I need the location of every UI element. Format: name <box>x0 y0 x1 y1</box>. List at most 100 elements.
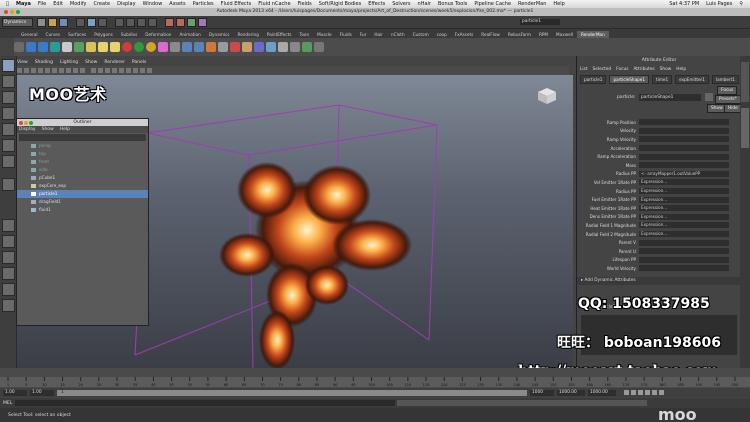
archive-icon[interactable] <box>182 42 192 52</box>
tab-renderman[interactable]: RenderMan <box>577 31 609 38</box>
outliner-item[interactable]: fluid1 <box>17 206 148 214</box>
range-start-field[interactable]: 1.00 <box>3 389 27 396</box>
layout-single-icon[interactable] <box>2 219 15 232</box>
lasso-tool-icon[interactable] <box>2 75 15 88</box>
menu-create[interactable]: Create <box>94 1 111 7</box>
menu-renderman[interactable]: RenderMan <box>518 1 546 7</box>
attribute-value-field[interactable] <box>639 136 729 143</box>
tab-fluids[interactable]: Fluids <box>336 31 356 38</box>
outliner-item[interactable]: top <box>17 150 148 158</box>
menu-edit[interactable]: Edit <box>53 1 63 7</box>
dof-icon[interactable] <box>266 42 276 52</box>
outliner-item[interactable]: front <box>17 158 148 166</box>
time-slider[interactable]: 1 5 10 15 20 25 30 35 40 45 50 55 60 65 70 75 80 85 90 95 10… <box>0 377 750 387</box>
xray-joints-icon[interactable] <box>140 68 145 73</box>
menu-fields[interactable]: Fields <box>298 1 312 7</box>
ptc-icon[interactable] <box>194 42 204 52</box>
attribute-value-field[interactable]: Expression... <box>639 213 729 220</box>
ae-menu-list[interactable]: List <box>580 67 588 72</box>
outliner-item[interactable]: expCore_exp <box>17 182 148 190</box>
tab-rendering[interactable]: Rendering <box>233 31 262 38</box>
tab-particleshape1[interactable]: particleShape1 <box>609 74 650 84</box>
search-field[interactable]: particle1 <box>520 19 560 25</box>
close-window-icon[interactable] <box>4 10 8 14</box>
script-icon[interactable] <box>302 42 312 52</box>
playback-start-field[interactable]: 1.00 <box>30 389 54 396</box>
outliner-close-icon[interactable] <box>19 120 23 125</box>
menu-solvers[interactable]: Solvers <box>392 1 410 7</box>
select-component-icon[interactable] <box>98 17 107 27</box>
tab-rpm[interactable]: RPM <box>535 31 552 38</box>
last-tool-icon[interactable] <box>2 178 15 191</box>
rotate-tool-icon[interactable] <box>2 123 15 136</box>
attribute-value-field[interactable]: Expression... <box>639 205 729 212</box>
attribute-value-field[interactable]: Expression... <box>639 188 729 195</box>
shadows-icon[interactable] <box>119 68 124 73</box>
env-light-icon[interactable] <box>110 42 120 52</box>
attribute-value-field[interactable] <box>639 127 729 134</box>
focus-button[interactable]: Focus <box>717 86 738 95</box>
menu-nhair[interactable]: nHair <box>418 1 431 7</box>
film-gate-icon[interactable] <box>52 68 57 73</box>
scale-tool-icon[interactable] <box>2 139 15 152</box>
attribute-value-field[interactable] <box>639 119 729 126</box>
panel-menu-lighting[interactable]: Lighting <box>60 60 78 65</box>
camera-attr-icon[interactable] <box>24 68 29 73</box>
layout-side-icon[interactable] <box>2 251 15 264</box>
layout-outliner-icon[interactable] <box>2 267 15 280</box>
ae-menu-help[interactable]: Help <box>676 67 686 72</box>
layout-graph-icon[interactable] <box>2 283 15 296</box>
new-scene-icon[interactable] <box>37 17 46 27</box>
outliner-item[interactable]: persp <box>17 142 148 150</box>
tab-painteffects[interactable]: PaintEffects <box>263 31 296 38</box>
menu-modify[interactable]: Modify <box>70 1 87 7</box>
ao-icon[interactable] <box>218 42 228 52</box>
bake-icon[interactable] <box>206 42 216 52</box>
panel-menu-view[interactable]: View <box>17 60 28 65</box>
attribute-value-field[interactable] <box>639 239 729 246</box>
tab-general[interactable]: General <box>17 31 42 38</box>
gate-mask-icon[interactable] <box>66 68 71 73</box>
use-lights-icon[interactable] <box>112 68 117 73</box>
tab-coop[interactable]: coop <box>433 31 451 38</box>
open-scene-icon[interactable] <box>48 17 57 27</box>
range-slider[interactable]: 1 <box>57 389 527 396</box>
side-tab-channel-box[interactable] <box>741 62 749 102</box>
layout-four-icon[interactable] <box>2 235 15 248</box>
subsurface-icon[interactable] <box>230 42 240 52</box>
outliner-item[interactable]: dragField1 <box>17 198 148 206</box>
play-forward-icon[interactable] <box>645 390 650 395</box>
menu-assets[interactable]: Assets <box>169 1 185 7</box>
menu-fluid-effects[interactable]: Fluid Effects <box>221 1 252 7</box>
tab-maxwell[interactable]: Maxwell <box>552 31 577 38</box>
outliner-zoom-icon[interactable] <box>29 120 33 125</box>
field-chart-icon[interactable] <box>73 68 78 73</box>
app-menu[interactable]: Maya <box>16 1 31 7</box>
shader-icon[interactable] <box>146 42 156 52</box>
camera-icon[interactable] <box>290 42 300 52</box>
smooth-shade-icon[interactable] <box>98 68 103 73</box>
node-name-field[interactable]: particleShape1 <box>639 94 701 101</box>
attribute-value-field[interactable] <box>639 256 729 263</box>
shelf-menu-icon[interactable] <box>14 42 24 52</box>
sphere-icon[interactable] <box>122 42 132 52</box>
tab-animation[interactable]: Animation <box>175 31 204 38</box>
panel-menu-panels[interactable]: Panels <box>132 60 146 65</box>
tab-surfaces[interactable]: Surfaces <box>64 31 90 38</box>
menu-file[interactable]: File <box>38 1 46 7</box>
attribute-value-field[interactable] <box>639 248 729 255</box>
node-swatch-icon[interactable] <box>705 93 713 101</box>
pass-icon[interactable] <box>278 42 288 52</box>
it-icon[interactable] <box>62 42 72 52</box>
globals-icon[interactable] <box>50 42 60 52</box>
panel-menu-renderer[interactable]: Renderer <box>104 60 125 65</box>
snap-point-icon[interactable] <box>137 17 146 27</box>
add-dynamic-attributes-section[interactable]: ▸ Add Dynamic Attributes <box>577 276 741 285</box>
outliner-minimize-icon[interactable] <box>24 120 28 125</box>
attribute-value-field[interactable] <box>639 145 729 152</box>
step-back-icon[interactable] <box>631 390 636 395</box>
material-icon[interactable] <box>134 42 144 52</box>
layout-hypershade-icon[interactable] <box>2 299 15 312</box>
isolate-icon[interactable] <box>126 68 131 73</box>
ae-menu-attributes[interactable]: Attributes <box>633 67 654 72</box>
